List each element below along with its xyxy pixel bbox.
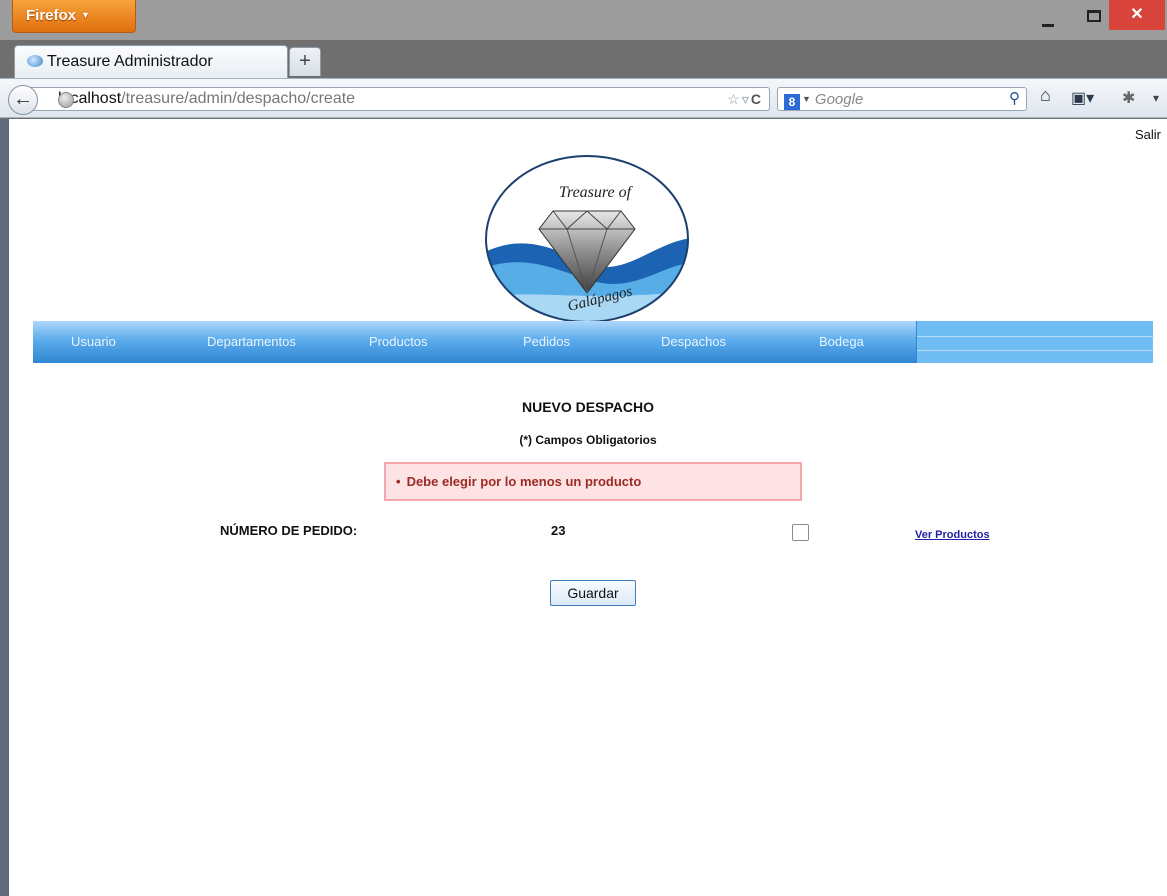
ver-productos-link[interactable]: Ver Productos	[915, 529, 990, 541]
nav-item-productos[interactable]: Productos	[369, 321, 428, 363]
required-fields-note: (*) Campos Obligatorios	[519, 433, 657, 447]
new-tab-button[interactable]: +	[289, 47, 321, 76]
order-select-checkbox[interactable]	[792, 524, 809, 541]
logo-top-text: Treasure of	[559, 184, 634, 201]
nav-filler-line	[917, 336, 1154, 337]
error-summary: • Debe elegir por lo menos un producto	[384, 462, 802, 501]
page-content: Salir Treasure of Galápagos Usuario Depa…	[9, 119, 1167, 896]
back-arrow-icon: ←	[13, 88, 33, 110]
logout-link[interactable]: Salir	[1135, 127, 1161, 142]
firefox-menu-label: Firefox	[26, 7, 77, 24]
nav-menu-filler	[916, 321, 1154, 363]
save-button[interactable]: Guardar	[550, 580, 636, 606]
plus-icon: +	[299, 50, 311, 72]
order-number-label: NÚMERO DE PEDIDO:	[220, 523, 358, 538]
search-bar[interactable]: 8 ▼ Google ⚲	[777, 87, 1027, 111]
main-nav-menu: Usuario Departamentos Productos Pedidos …	[33, 321, 1154, 363]
browser-tab[interactable]: Treasure Administrador	[14, 45, 288, 78]
nav-item-pedidos[interactable]: Pedidos	[523, 321, 570, 363]
chevron-down-icon: ▼	[81, 10, 90, 20]
bookmarks-icon[interactable]: ▣▾	[1071, 88, 1094, 108]
order-number-value: 23	[551, 523, 566, 538]
home-icon[interactable]: ⌂	[1040, 85, 1051, 106]
nav-filler-line	[917, 350, 1154, 351]
nav-item-despachos[interactable]: Despachos	[661, 321, 726, 363]
addon-icon[interactable]: ✱	[1122, 88, 1135, 108]
history-dropdown-icon[interactable]: ▿	[742, 91, 751, 107]
bullet-icon: •	[396, 474, 401, 489]
url-bar[interactable]: localhost/treasure/admin/despacho/create…	[30, 87, 770, 111]
nav-item-departamentos[interactable]: Departamentos	[207, 321, 296, 363]
tab-title: Treasure Administrador	[47, 53, 213, 70]
maximize-icon	[1087, 10, 1101, 22]
treasure-logo: Treasure of Galápagos	[485, 155, 689, 323]
star-icon[interactable]: ☆	[727, 91, 742, 107]
favicon-icon	[27, 55, 43, 67]
search-engine-icon[interactable]: 8	[784, 94, 800, 110]
site-identity-icon	[58, 92, 74, 108]
nav-item-bodega[interactable]: Bodega	[819, 321, 864, 363]
search-icon[interactable]: ⚲	[1009, 88, 1020, 110]
firefox-menu-button[interactable]: Firefox ▼	[12, 0, 136, 33]
chevron-down-icon: ▼	[802, 94, 811, 104]
window-left-frame	[0, 119, 9, 896]
close-icon: ✕	[1130, 6, 1144, 23]
reload-icon[interactable]: C	[751, 91, 763, 107]
window-titlebar: Firefox ▼ ✕	[0, 0, 1167, 40]
navigation-toolbar: localhost/treasure/admin/despacho/create…	[0, 78, 1167, 118]
toolbar-overflow-icon[interactable]: ▾	[1153, 91, 1159, 105]
close-window-button[interactable]: ✕	[1109, 0, 1165, 30]
page-title: NUEVO DESPACHO	[522, 399, 654, 415]
search-placeholder: Google	[814, 91, 864, 108]
url-path: /treasure/admin/despacho/create	[121, 90, 356, 107]
error-message: Debe elegir por lo menos un producto	[406, 474, 642, 489]
minimize-button[interactable]	[1025, 0, 1071, 30]
back-button[interactable]: ←	[8, 85, 38, 115]
minimize-icon	[1042, 24, 1054, 27]
nav-item-usuario[interactable]: Usuario	[71, 321, 116, 363]
url-bar-icons: ☆▿C	[727, 88, 763, 110]
